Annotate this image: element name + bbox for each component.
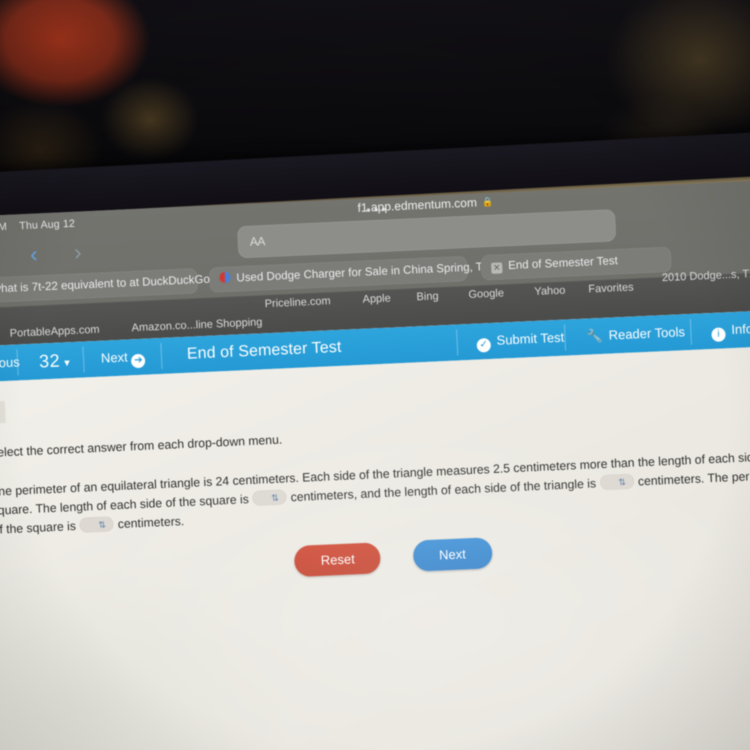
next-question-button[interactable]: Next ➔ bbox=[88, 338, 164, 377]
question-area: 32 Select the correct answer from each d… bbox=[0, 344, 750, 750]
bookmark-item[interactable]: Yahoo bbox=[534, 285, 566, 298]
status-time: PM bbox=[0, 220, 8, 234]
text-size-icon[interactable]: AA bbox=[250, 234, 266, 249]
dodge-favicon bbox=[219, 271, 231, 284]
next-label: Next bbox=[100, 349, 129, 366]
submit-label: Submit Test bbox=[496, 329, 565, 348]
dropdown-1[interactable] bbox=[252, 489, 288, 506]
forward-icon[interactable]: › bbox=[74, 239, 83, 265]
tab-label: Used Dodge Charger for Sale in China Spr… bbox=[236, 260, 491, 285]
wrench-icon: 🔧 bbox=[586, 327, 603, 344]
stem-text-4: centimeters. bbox=[117, 514, 185, 532]
photo-of-screen: PM Thu Aug 12 ••• ❐ ‹ › AA f1.app.edment… bbox=[0, 0, 750, 750]
info-button[interactable]: i Info bbox=[699, 311, 750, 350]
reader-label: Reader Tools bbox=[608, 324, 686, 343]
bookmark-item[interactable]: Amazon.co...line Shopping bbox=[131, 316, 262, 334]
arrow-right-circle-icon: ➔ bbox=[131, 353, 146, 369]
page-number-select[interactable]: 32 ▾ bbox=[26, 342, 83, 380]
next-button[interactable]: Next bbox=[412, 537, 493, 572]
screen-content: PM Thu Aug 12 ••• ❐ ‹ › AA f1.app.edment… bbox=[0, 178, 750, 750]
info-circle-icon: i bbox=[711, 327, 726, 342]
toolbar-divider bbox=[82, 346, 85, 373]
dropdown-2[interactable] bbox=[599, 473, 635, 491]
tab-label: what is 7t-22 equivalent to at DuckDuckG… bbox=[0, 273, 211, 296]
tab-label: End of Semester Test bbox=[507, 255, 619, 273]
question-body: Select the correct answer from each drop… bbox=[0, 408, 750, 540]
reset-button[interactable]: Reset bbox=[294, 542, 382, 578]
lock-icon: 🔒 bbox=[481, 196, 494, 208]
bookmark-item[interactable]: PortableApps.com bbox=[10, 324, 100, 340]
toolbar-divider bbox=[456, 329, 459, 356]
reader-tools-button[interactable]: 🔧 Reader Tools bbox=[574, 314, 698, 356]
info-label: Info bbox=[730, 321, 750, 338]
back-icon[interactable]: ‹ bbox=[30, 241, 39, 267]
page-number-value: 32 bbox=[38, 350, 61, 372]
bookmark-item[interactable]: Priceline.com bbox=[264, 295, 331, 310]
question-number-badge: 32 bbox=[0, 401, 6, 425]
check-circle-icon: ✓ bbox=[476, 337, 492, 353]
bookmark-item[interactable]: Bing bbox=[416, 290, 439, 303]
chevron-down-icon: ▾ bbox=[63, 357, 71, 370]
bookmark-item[interactable]: Apple bbox=[362, 292, 391, 305]
bookmark-item[interactable]: Favorites bbox=[588, 281, 634, 295]
generic-favicon: ✕ bbox=[491, 262, 503, 274]
edmentum-app: Previous 32 ▾ Next ➔ End of Semester Test… bbox=[0, 308, 750, 750]
dropdown-3[interactable] bbox=[79, 516, 115, 533]
bookmark-item[interactable]: Google bbox=[468, 287, 504, 301]
question-stem: The perimeter of an equilateral triangle… bbox=[0, 447, 750, 540]
status-date: Thu Aug 12 bbox=[19, 217, 76, 233]
submit-test-button[interactable]: ✓ Submit Test bbox=[464, 319, 577, 360]
